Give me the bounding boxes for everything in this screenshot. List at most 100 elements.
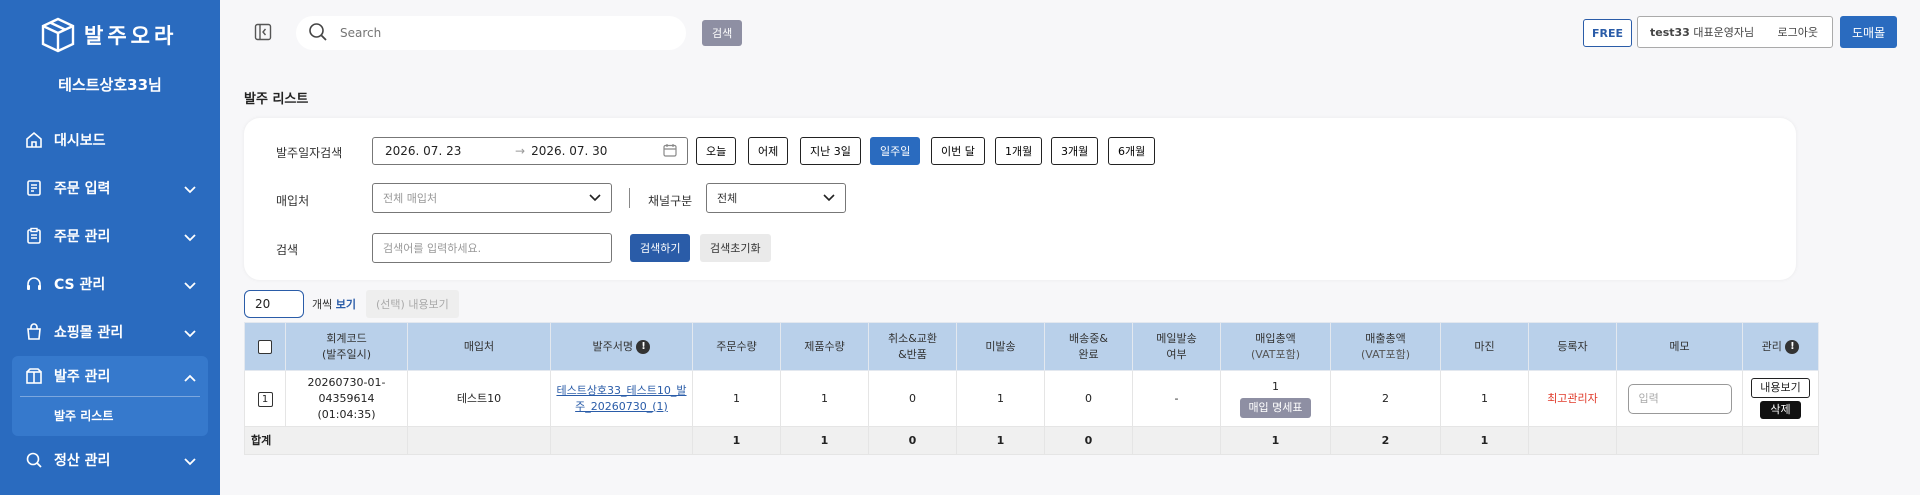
date-to[interactable]: 2026. 07. 30: [531, 144, 651, 158]
global-search-button[interactable]: 검색: [702, 20, 743, 46]
th-order-qty: 주문수량: [692, 322, 781, 371]
sidebar-item-dashboard[interactable]: 대시보드: [12, 116, 208, 164]
order-input-icon: [24, 178, 44, 198]
info-icon[interactable]: !: [636, 339, 651, 354]
search-submit-button[interactable]: 검색하기: [630, 234, 691, 262]
cell-mail: -: [1132, 370, 1221, 427]
sum-empty: [1528, 426, 1617, 455]
th-vendor: 매입처: [407, 322, 551, 371]
quick-date-1month[interactable]: 1개월: [995, 137, 1043, 165]
topbar: 검색 FREE test33 대표운영자님 로그아웃 도매몰: [220, 0, 1920, 66]
row-number[interactable]: 1: [244, 370, 286, 427]
sum-empty: [1616, 426, 1743, 455]
purchase-statement-button[interactable]: 매입 명세표: [1240, 398, 1311, 418]
sidebar-toggle-icon[interactable]: [254, 23, 272, 44]
memo-input[interactable]: 입력: [1627, 383, 1732, 414]
sidebar-item-label: 정산 관리: [54, 453, 111, 469]
box-icon: [24, 366, 44, 386]
search-filter-label: 검색: [276, 243, 299, 257]
th-cancel: 취소&교환 &반품: [868, 322, 957, 371]
per-page-view[interactable]: 보기: [336, 298, 356, 311]
table-header-row: 회계코드 (발주일시) 매입처 발주서명 ! 주문수량 제품수량 취소&교환 &반품…: [244, 322, 1819, 371]
vendor-select[interactable]: 전체 매입처: [372, 183, 612, 213]
view-detail-button[interactable]: 내용보기: [1751, 378, 1810, 398]
view-selected-button[interactable]: (선택) 내용보기: [366, 290, 459, 318]
chevron-up-icon: [184, 370, 196, 386]
channel-select-value: 전체: [717, 192, 738, 205]
sidebar-item-order-manage[interactable]: 주문 관리: [12, 212, 208, 260]
sum-empty: [1742, 426, 1819, 455]
th-mail: 메일발송 여부: [1132, 322, 1221, 371]
th-select: [244, 322, 286, 371]
global-search-input[interactable]: [340, 26, 640, 40]
th-memo: 메모: [1616, 322, 1743, 371]
wholesale-market-button[interactable]: 도매몰: [1840, 16, 1898, 48]
chevron-down-icon: [184, 454, 196, 470]
th-registrant: 등록자: [1528, 322, 1617, 371]
user-box: test33 대표운영자님 로그아웃: [1637, 16, 1833, 48]
search-coin-icon: [24, 450, 44, 470]
vendor-select-value: 전체 매입처: [383, 192, 438, 205]
sidebar-item-order-placement[interactable]: 발주 관리: [12, 356, 208, 396]
per-page-suffix: 개씩: [312, 298, 333, 311]
delete-button[interactable]: 삭제: [1760, 401, 1801, 419]
chevron-down-icon: [184, 230, 196, 246]
sidebar-item-cs[interactable]: CS 관리: [12, 260, 208, 308]
th-manage: 관리 !: [1742, 322, 1819, 371]
sidebar-item-settlement[interactable]: 정산 관리: [12, 436, 208, 484]
select-all-checkbox[interactable]: [258, 339, 272, 354]
cell-product-qty: 1: [780, 370, 869, 427]
user-name: test33 대표운영자님: [1638, 24, 1754, 40]
sum-margin: 1: [1440, 426, 1529, 455]
quick-date-week[interactable]: 일주일: [870, 137, 921, 165]
cell-shipping: 0: [1044, 370, 1133, 427]
sidebar-item-shopping-mall[interactable]: 쇼핑몰 관리: [12, 308, 208, 356]
cell-cancel: 0: [868, 370, 957, 427]
keyword-input[interactable]: 검색어를 입력하세요.: [372, 233, 612, 263]
quick-date-6months[interactable]: 6개월: [1108, 137, 1156, 165]
th-unshipped: 미발송: [956, 322, 1045, 371]
th-code: 회계코드 (발주일시): [285, 322, 408, 371]
quick-date-yesterday[interactable]: 어제: [748, 137, 789, 165]
cell-registrant: 최고관리자: [1528, 370, 1617, 427]
quick-date-3days[interactable]: 지난 3일: [800, 137, 861, 165]
per-page-input[interactable]: 20: [244, 290, 304, 318]
filter-card: 발주일자검색 2026. 07. 23 → 2026. 07. 30 오늘 어제…: [244, 118, 1796, 280]
cell-order-name: 테스트상호33_테스트10_발주_20260730_(1): [550, 370, 693, 427]
cell-order-qty: 1: [692, 370, 781, 427]
order-name-link[interactable]: 테스트상호33_테스트10_발주_20260730_(1): [556, 384, 686, 413]
sidebar-item-order-input[interactable]: 주문 입력: [12, 164, 208, 212]
sidebar-subitem-order-list[interactable]: 발주 리스트: [20, 396, 200, 436]
quick-date-this-month[interactable]: 이번 달: [931, 137, 985, 165]
cell-margin: 1: [1440, 370, 1529, 427]
per-page-label: 개씩 보기: [312, 296, 356, 312]
logout-button[interactable]: 로그아웃: [1778, 24, 1818, 40]
sidebar-item-label: 쇼핑몰 관리: [54, 325, 124, 341]
chevron-down-icon: [184, 278, 196, 294]
cell-code: 20260730-01-04359614 (01:04:35): [285, 370, 408, 427]
summary-row: 합계 1 1 0 1 0 1 2 1: [244, 426, 1819, 455]
calendar-icon[interactable]: [663, 143, 677, 160]
sidebar-group-order-placement: 발주 관리 발주 리스트: [12, 356, 208, 436]
sum-product-qty: 1: [780, 426, 869, 455]
table-row[interactable]: 1 20260730-01-04359614 (01:04:35) 테스트10 테…: [244, 370, 1819, 427]
order-table: 회계코드 (발주일시) 매입처 발주서명 ! 주문수량 제품수량 취소&교환 &반품…: [244, 322, 1819, 455]
logo[interactable]: 발주오라: [40, 16, 177, 54]
channel-select[interactable]: 전체: [706, 183, 846, 213]
date-filter-label: 발주일자검색: [276, 146, 343, 160]
date-range-picker[interactable]: 2026. 07. 23 → 2026. 07. 30: [372, 137, 688, 165]
quick-date-today[interactable]: 오늘: [696, 137, 737, 165]
search-icon: [308, 22, 328, 45]
quick-date-3months[interactable]: 3개월: [1051, 137, 1099, 165]
cell-vendor: 테스트10: [407, 370, 551, 427]
th-shipping: 배송중& 완료: [1044, 322, 1133, 371]
cell-memo: 입력: [1616, 370, 1743, 427]
sum-cancel: 0: [868, 426, 957, 455]
info-icon[interactable]: !: [1785, 339, 1800, 354]
date-from[interactable]: 2026. 07. 23: [385, 144, 505, 158]
shop-name: 테스트상호33님: [58, 76, 162, 94]
shopping-bag-icon: [24, 322, 44, 342]
global-search: [296, 16, 686, 50]
search-reset-button[interactable]: 검색초기화: [700, 234, 771, 262]
vendor-filter-label: 매입처: [276, 194, 310, 208]
